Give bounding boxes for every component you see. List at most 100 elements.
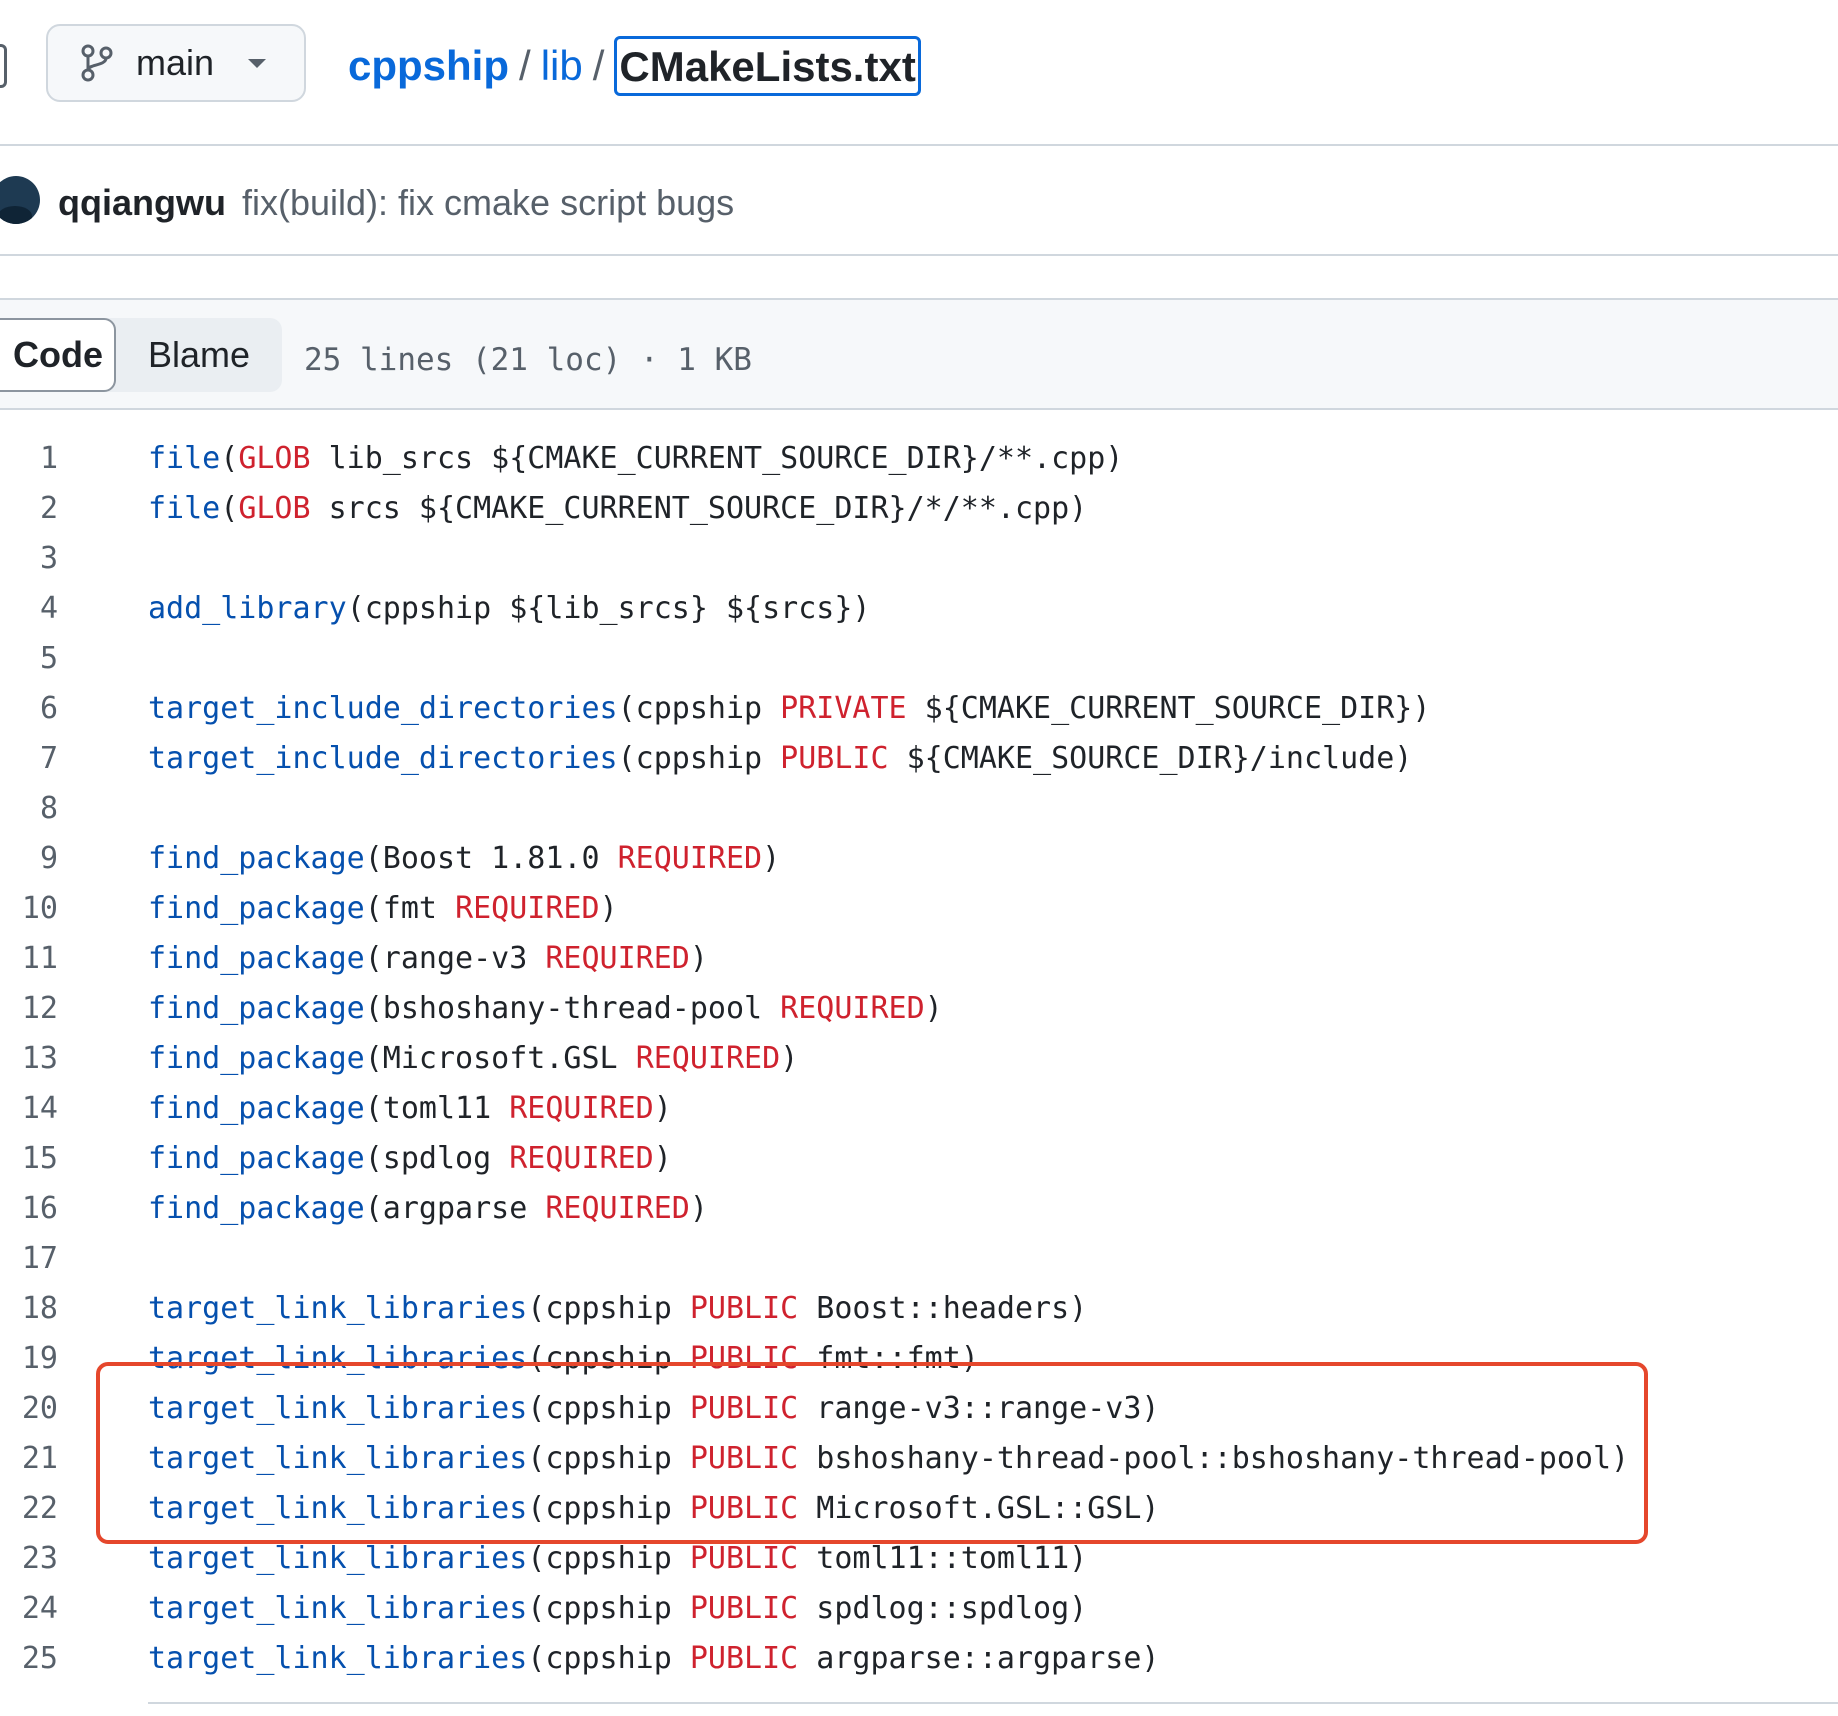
line-number[interactable]: 8 — [0, 784, 58, 834]
code-token: ) — [762, 841, 781, 876]
code-function: find_package — [148, 991, 365, 1026]
code-function: find_package — [148, 1091, 365, 1126]
code-function: find_package — [148, 1191, 365, 1226]
code-function: target_link_libraries — [148, 1541, 528, 1576]
line-number[interactable]: 22 — [0, 1484, 58, 1534]
file-info: 25 lines (21 loc) · 1 KB — [304, 342, 752, 378]
code-keyword: REQUIRED — [509, 1091, 654, 1126]
line-number[interactable]: 12 — [0, 984, 58, 1034]
breadcrumb-repo-link[interactable]: cppship — [348, 42, 509, 90]
breadcrumb-separator: / — [592, 42, 605, 89]
tab-code[interactable]: Code — [0, 318, 116, 392]
line-number[interactable]: 13 — [0, 1034, 58, 1084]
code-text: add_library(cppship ${lib_srcs} ${srcs}) — [148, 584, 870, 634]
code-token: srcs ${CMAKE_CURRENT_SOURCE_DIR}/*/**.cp… — [310, 491, 1088, 526]
line-number[interactable]: 20 — [0, 1384, 58, 1434]
code-token: ) — [924, 991, 943, 1026]
tab-blame[interactable]: Blame — [116, 318, 282, 392]
code-function: target_link_libraries — [148, 1291, 528, 1326]
line-number[interactable]: 18 — [0, 1284, 58, 1334]
code-text: find_package(spdlog REQUIRED) — [148, 1134, 672, 1184]
sidebar-toggle-icon[interactable] — [0, 44, 7, 88]
code-token: (cppship — [617, 741, 781, 776]
code-text: find_package(toml11 REQUIRED) — [148, 1084, 672, 1134]
line-number[interactable]: 4 — [0, 584, 58, 634]
line-number[interactable]: 21 — [0, 1434, 58, 1484]
code-token: ) — [653, 1141, 672, 1176]
line-number[interactable]: 25 — [0, 1634, 58, 1684]
code-token: argparse::argparse) — [798, 1641, 1160, 1676]
code-text: find_package(range-v3 REQUIRED) — [148, 934, 708, 984]
code-text: find_package(bshoshany-thread-pool REQUI… — [148, 984, 943, 1034]
code-token: ) — [653, 1091, 672, 1126]
code-token: ) — [780, 1041, 799, 1076]
code-function: find_package — [148, 941, 365, 976]
code-token: ( — [220, 441, 239, 476]
line-number[interactable]: 6 — [0, 684, 58, 734]
code-keyword: GLOB — [238, 491, 311, 526]
code-function: file — [148, 441, 221, 476]
code-token: (argparse — [364, 1191, 546, 1226]
code-token: (fmt — [364, 891, 456, 926]
code-token: (Microsoft.GSL — [364, 1041, 636, 1076]
code-token: (range-v3 — [364, 941, 546, 976]
code-token: (bshoshany-thread-pool — [364, 991, 781, 1026]
code-token: toml11::toml11) — [798, 1541, 1088, 1576]
code-token: ) — [689, 1191, 708, 1226]
line-number[interactable]: 17 — [0, 1234, 58, 1284]
line-number[interactable]: 7 — [0, 734, 58, 784]
code-keyword: REQUIRED — [617, 841, 763, 876]
code-function: target_include_directories — [148, 691, 618, 726]
code-keyword: PUBLIC — [780, 741, 889, 776]
line-number[interactable]: 2 — [0, 484, 58, 534]
line-number[interactable]: 23 — [0, 1534, 58, 1584]
code-token: (toml11 — [364, 1091, 510, 1126]
code-token: (Boost 1.81.0 — [364, 841, 618, 876]
line-number[interactable]: 9 — [0, 834, 58, 884]
line-number[interactable]: 16 — [0, 1184, 58, 1234]
code-token: (cppship — [527, 1641, 690, 1676]
code-keyword: PUBLIC — [689, 1641, 799, 1676]
avatar[interactable] — [0, 176, 40, 224]
line-number[interactable]: 10 — [0, 884, 58, 934]
line-number[interactable]: 11 — [0, 934, 58, 984]
line-number[interactable]: 24 — [0, 1584, 58, 1634]
line-number[interactable]: 3 — [0, 534, 58, 584]
code-text: target_include_directories(cppship PRIVA… — [148, 684, 1430, 734]
code-keyword: REQUIRED — [509, 1141, 654, 1176]
code-function: find_package — [148, 1041, 365, 1076]
highlight-box — [96, 1362, 1648, 1544]
code-function: find_package — [148, 1141, 365, 1176]
code-token: (cppship — [527, 1591, 690, 1626]
commit-message-link[interactable]: fix(build): fix cmake script bugs — [242, 178, 734, 228]
breadcrumb-dir-link[interactable]: lib — [541, 42, 583, 90]
line-number[interactable]: 5 — [0, 634, 58, 684]
code-text: target_link_libraries(cppship PUBLIC Boo… — [148, 1284, 1087, 1334]
code-function: file — [148, 491, 221, 526]
code-keyword: PUBLIC — [689, 1291, 799, 1326]
chevron-down-icon — [248, 58, 267, 68]
code-keyword: PUBLIC — [689, 1591, 799, 1626]
view-mode-toggle: Code Blame — [0, 318, 282, 392]
code-text: find_package(argparse REQUIRED) — [148, 1184, 708, 1234]
code-keyword: REQUIRED — [545, 941, 690, 976]
code-text: target_link_libraries(cppship PUBLIC arg… — [148, 1634, 1159, 1684]
code-token: Boost::headers) — [798, 1291, 1088, 1326]
branch-selector-button[interactable]: main — [46, 24, 306, 102]
commit-author-link[interactable]: qqiangwu — [58, 178, 226, 228]
code-token: (cppship — [617, 691, 781, 726]
line-number[interactable]: 1 — [0, 434, 58, 484]
divider — [0, 254, 1838, 256]
code-keyword: PUBLIC — [689, 1541, 799, 1576]
line-number[interactable]: 19 — [0, 1334, 58, 1384]
code-text: find_package(Boost 1.81.0 REQUIRED) — [148, 834, 780, 884]
code-token: ( — [220, 491, 239, 526]
line-number[interactable]: 14 — [0, 1084, 58, 1134]
breadcrumb-file-name[interactable]: CMakeLists.txt — [614, 36, 921, 96]
breadcrumb-separator: / — [519, 42, 531, 89]
code-keyword: REQUIRED — [635, 1041, 781, 1076]
code-function: target_link_libraries — [148, 1591, 528, 1626]
code-token: spdlog::spdlog) — [798, 1591, 1088, 1626]
line-number[interactable]: 15 — [0, 1134, 58, 1184]
code-function: find_package — [148, 841, 365, 876]
